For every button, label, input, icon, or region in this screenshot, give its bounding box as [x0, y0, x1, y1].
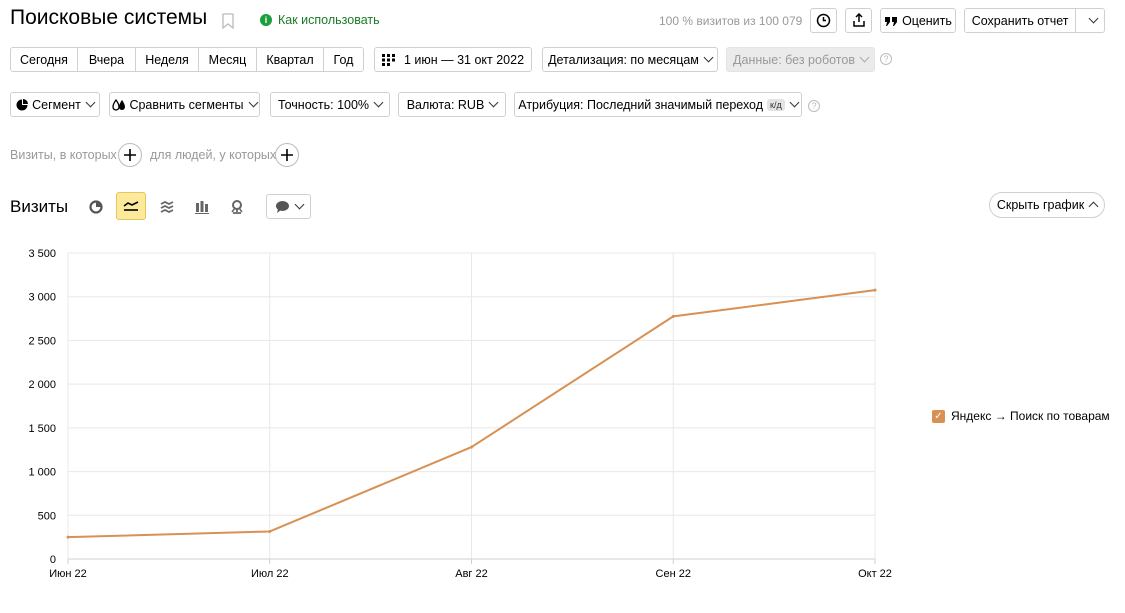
- y-tick-label: 2 500: [28, 335, 56, 347]
- how-to-use-link[interactable]: i Как использовать: [260, 13, 380, 27]
- help-icon[interactable]: ?: [880, 53, 892, 65]
- y-tick-label: 1 000: [28, 467, 56, 479]
- add-visit-condition-button[interactable]: [118, 143, 142, 167]
- y-tick-label: 2 000: [28, 379, 56, 391]
- y-tick-label: 3 000: [28, 292, 56, 304]
- chart-legend[interactable]: ✓ Яндекс → Поиск по товарам: [932, 409, 1110, 423]
- attribution-dropdown[interactable]: Атрибуция: Последний значимый переход к/…: [514, 92, 802, 117]
- visits-where-label: Визиты, в которых: [10, 148, 117, 162]
- accuracy-label: Точность: 100%: [277, 97, 370, 112]
- currency-label: Валюта: RUB: [406, 97, 485, 112]
- period-week[interactable]: Неделя: [136, 48, 199, 71]
- checkbox-checked-icon[interactable]: ✓: [932, 409, 945, 423]
- chevron-down-icon: [248, 97, 258, 108]
- hide-chart-button[interactable]: Скрыть график: [989, 192, 1105, 218]
- line-chart-icon: [123, 201, 139, 211]
- area-chart-view-button[interactable]: [152, 193, 182, 221]
- y-tick-label: 3 500: [28, 248, 56, 260]
- currency-dropdown[interactable]: Валюта: RUB: [398, 92, 506, 117]
- pie-icon: [16, 98, 29, 110]
- x-tick-label: Авг 22: [455, 568, 487, 580]
- period-quarter[interactable]: Квартал: [257, 48, 324, 71]
- attribution-badge: к/д: [767, 98, 785, 111]
- x-tick-label: Сен 22: [656, 568, 691, 580]
- data-filter-dropdown[interactable]: Данные: без роботов: [726, 47, 875, 72]
- plus-icon: [281, 149, 293, 161]
- rate-button[interactable]: Оценить: [880, 8, 956, 33]
- bookmark-icon[interactable]: [222, 13, 234, 29]
- line-chart-view-button[interactable]: [116, 192, 146, 220]
- people-where-label: для людей, у которых: [150, 148, 277, 162]
- chevron-down-icon: [373, 97, 384, 108]
- clock-icon: [816, 13, 831, 28]
- chevron-down-icon: [789, 97, 800, 108]
- data-filter-label: Данные: без роботов: [733, 52, 855, 67]
- legend-series-label: Яндекс → Поиск по товарам: [951, 409, 1110, 423]
- chevron-up-icon: [1088, 201, 1099, 212]
- help-icon[interactable]: ?: [808, 100, 820, 112]
- x-tick-label: Июн 22: [49, 568, 87, 580]
- accuracy-dropdown[interactable]: Точность: 100%: [270, 92, 390, 117]
- save-report-button[interactable]: Сохранить отчет: [965, 9, 1077, 32]
- segment-dropdown[interactable]: Сегмент: [10, 92, 100, 117]
- y-tick-label: 0: [50, 554, 56, 566]
- chevron-down-icon: [859, 52, 870, 63]
- chevron-down-icon: [1088, 13, 1099, 24]
- pie-chart-view-button[interactable]: [81, 193, 111, 221]
- data-point: [470, 445, 473, 449]
- y-tick-label: 500: [38, 510, 56, 522]
- detail-dropdown[interactable]: Детализация: по месяцам: [542, 47, 718, 72]
- compare-segments-label: Сравнить сегменты: [129, 97, 244, 112]
- chevron-down-icon: [488, 97, 499, 108]
- rate-label: Оценить: [902, 13, 952, 28]
- info-icon: i: [260, 14, 272, 26]
- map-view-button[interactable]: [222, 193, 252, 221]
- chevron-down-icon: [703, 52, 714, 63]
- share-icon: [852, 13, 865, 27]
- data-point: [268, 529, 272, 533]
- annotations-dropdown[interactable]: [266, 194, 311, 219]
- comment-icon: [275, 201, 289, 213]
- date-range-label: 1 июн — 31 окт 2022: [403, 52, 525, 67]
- period-today[interactable]: Сегодня: [11, 48, 78, 71]
- calendar-icon: [381, 53, 395, 66]
- period-yesterday[interactable]: Вчера: [78, 48, 136, 71]
- add-people-condition-button[interactable]: [275, 143, 299, 167]
- x-tick-label: Окт 22: [858, 568, 892, 580]
- plus-icon: [124, 149, 136, 161]
- save-report-menu-button[interactable]: [1076, 9, 1104, 32]
- data-point: [873, 288, 877, 292]
- page-title: Поисковые системы: [10, 6, 208, 29]
- segment-label: Сегмент: [32, 97, 81, 112]
- compare-segments-dropdown[interactable]: Сравнить сегменты: [109, 92, 260, 117]
- chevron-down-icon: [294, 199, 304, 210]
- detail-label: Детализация: по месяцам: [548, 52, 699, 67]
- y-tick-label: 1 500: [28, 423, 56, 435]
- period-selector: Сегодня Вчера Неделя Месяц Квартал Год: [10, 47, 364, 72]
- export-button[interactable]: [845, 8, 872, 33]
- data-point: [66, 535, 70, 539]
- quote-icon: [885, 16, 898, 26]
- date-range-button[interactable]: 1 июн — 31 окт 2022: [374, 47, 532, 72]
- x-tick-label: Июл 22: [251, 568, 289, 580]
- bar-chart-view-button[interactable]: [187, 193, 217, 221]
- chevron-down-icon: [85, 97, 96, 108]
- hide-chart-label: Скрыть график: [996, 198, 1085, 212]
- history-button[interactable]: [810, 8, 837, 33]
- metric-title: Визиты: [10, 197, 69, 216]
- visits-info: 100 % визитов из 100 079: [659, 14, 803, 28]
- period-year[interactable]: Год: [324, 48, 363, 71]
- drops-icon: [112, 98, 126, 111]
- how-to-use-label: Как использовать: [278, 13, 380, 27]
- map-pin-icon: [231, 199, 243, 214]
- pie-chart-icon: [89, 200, 103, 214]
- data-point: [671, 314, 675, 318]
- save-report-label: Сохранить отчет: [971, 13, 1069, 28]
- bar-chart-icon: [195, 200, 209, 214]
- period-month[interactable]: Месяц: [199, 48, 257, 71]
- attribution-label: Атрибуция: Последний значимый переход: [518, 97, 764, 112]
- save-report-group: Сохранить отчет: [964, 8, 1105, 33]
- area-chart-icon: [160, 200, 174, 213]
